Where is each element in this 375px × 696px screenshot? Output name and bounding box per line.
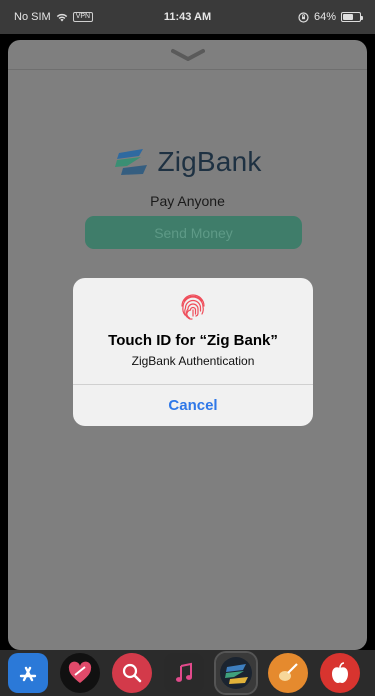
app-store-icon[interactable] <box>8 653 48 693</box>
alert-title: Touch ID for “Zig Bank” <box>108 332 278 349</box>
zigbank-dock-glyph <box>220 657 252 689</box>
orientation-lock-icon <box>298 11 309 23</box>
heart-glyph <box>68 661 92 683</box>
heart-app-icon[interactable] <box>60 653 100 693</box>
screen: No SIM VPN 11:43 AM 64% ZigBank Pay Anyo… <box>0 0 375 696</box>
magnifier-glyph <box>122 663 142 683</box>
touch-id-alert: Touch ID for “Zig Bank” ZigBank Authenti… <box>73 278 313 426</box>
pay-anyone-label: Pay Anyone <box>150 193 225 209</box>
status-right: 64% <box>298 11 363 23</box>
apple-glyph <box>332 662 348 683</box>
brand-name: ZigBank <box>157 146 262 177</box>
zigbank-app-icon[interactable] <box>214 651 258 695</box>
battery-percent: 64% <box>313 11 336 23</box>
chevron-down-icon[interactable] <box>170 48 205 62</box>
app-dock <box>0 650 375 696</box>
send-money-button[interactable]: Send Money <box>85 216 302 249</box>
status-bar: No SIM VPN 11:43 AM 64% <box>0 0 375 34</box>
fingerprint-icon <box>181 294 205 320</box>
zigbank-logo-icon <box>115 149 148 175</box>
battery-icon <box>341 12 363 22</box>
alert-subtitle: ZigBank Authentication <box>131 354 255 368</box>
battery-fill <box>343 14 354 20</box>
apple-app-icon[interactable] <box>320 653 360 693</box>
guitar-glyph <box>279 663 298 681</box>
app-store-glyph <box>19 666 37 682</box>
search-app-icon[interactable] <box>112 653 152 693</box>
music-icon[interactable] <box>164 653 204 693</box>
brand-logo: ZigBank <box>8 146 367 178</box>
music-note-glyph <box>176 662 192 682</box>
cancel-button[interactable]: Cancel <box>73 385 313 426</box>
sheet-header <box>8 40 367 70</box>
guitar-app-icon[interactable] <box>268 653 308 693</box>
